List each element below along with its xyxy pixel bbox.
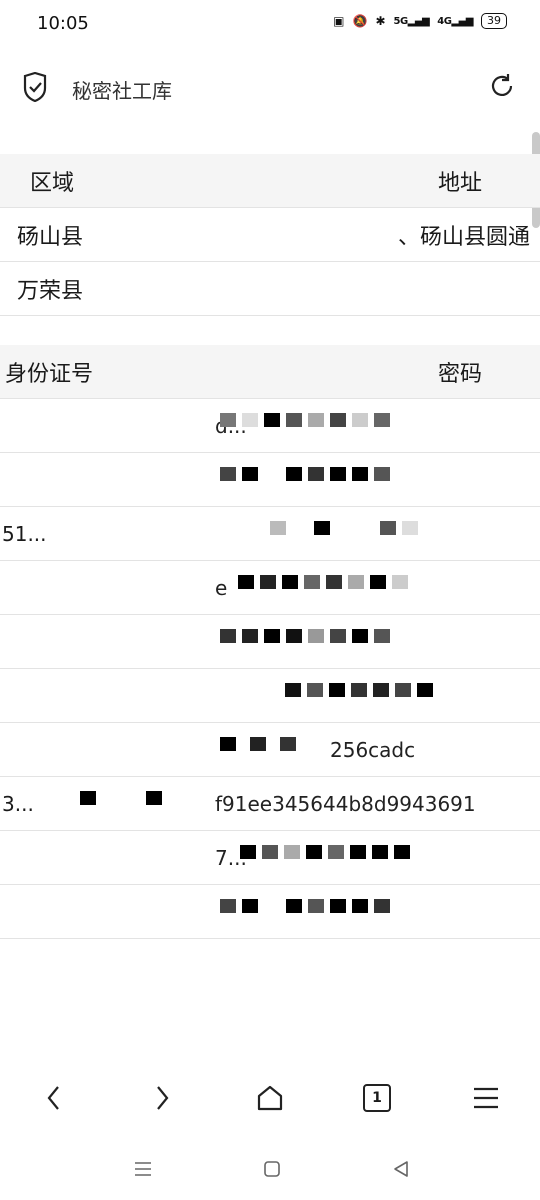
address-cell: 、砀山县圆通 bbox=[397, 224, 530, 250]
redaction-mosaic bbox=[220, 737, 296, 759]
mute-icon: 🔕 bbox=[352, 14, 368, 28]
region-cell: 万荣县 bbox=[17, 278, 84, 304]
table-row[interactable] bbox=[0, 885, 540, 939]
table-row[interactable]: 3... f91ee345644b8d9943691 bbox=[0, 777, 540, 831]
home-icon[interactable] bbox=[250, 1078, 290, 1118]
column-header-region: 区域 bbox=[30, 170, 75, 196]
table-row[interactable] bbox=[0, 453, 540, 507]
column-header-id-number: 身份证号 bbox=[5, 361, 94, 387]
region-table: 区域 地址 砀山县 、砀山县圆通 万荣县 bbox=[0, 154, 540, 316]
menu-icon[interactable] bbox=[466, 1078, 506, 1118]
status-bar: 10:05 ▣ 🔕 ✱ 5G▂▄▆ 4G▂▄▆ 39 bbox=[0, 0, 540, 50]
table-row[interactable] bbox=[0, 615, 540, 669]
table-row[interactable]: 51... bbox=[0, 507, 540, 561]
table-row[interactable]: e bbox=[0, 561, 540, 615]
redaction-mosaic bbox=[270, 521, 418, 543]
back-icon[interactable] bbox=[34, 1078, 74, 1118]
table-row[interactable] bbox=[0, 669, 540, 723]
signal-5g-icon: 5G▂▄▆ bbox=[393, 15, 430, 27]
battery-icon: 39 bbox=[481, 13, 507, 29]
id-cell: 3... bbox=[2, 791, 34, 816]
redaction-mosaic bbox=[285, 683, 433, 705]
password-cell: 256cadc bbox=[330, 737, 416, 762]
region-cell: 砀山县 bbox=[17, 224, 84, 250]
page-title: 秘密社工库 bbox=[72, 79, 172, 103]
credentials-table: 身份证号 密码 d... 51... e bbox=[0, 345, 540, 939]
app-header: 秘密社工库 bbox=[0, 58, 540, 116]
redaction-mosaic bbox=[220, 467, 390, 489]
status-time: 10:05 bbox=[37, 13, 89, 34]
table-row[interactable]: 万荣县 bbox=[0, 262, 540, 316]
table-row[interactable]: 256cadc bbox=[0, 723, 540, 777]
password-cell: e bbox=[215, 575, 228, 600]
refresh-icon[interactable] bbox=[488, 72, 516, 100]
redaction-mosaic bbox=[220, 899, 390, 921]
table-row[interactable]: d... bbox=[0, 399, 540, 453]
password-cell: f91ee345644b8d9943691 bbox=[215, 791, 476, 816]
column-header-password: 密码 bbox=[438, 361, 483, 387]
system-nav bbox=[0, 1148, 540, 1188]
recent-apps-icon[interactable] bbox=[130, 1156, 156, 1182]
shield-check-icon bbox=[23, 72, 47, 102]
table-row[interactable]: 7... bbox=[0, 831, 540, 885]
bottom-nav: 1 bbox=[0, 1070, 540, 1130]
tab-count: 1 bbox=[363, 1084, 391, 1112]
tabs-icon[interactable]: 1 bbox=[357, 1078, 397, 1118]
nfc-icon: ▣ bbox=[333, 14, 345, 28]
table-header: 区域 地址 bbox=[0, 154, 540, 208]
column-header-address: 地址 bbox=[438, 170, 483, 196]
redaction-mosaic bbox=[240, 845, 410, 867]
forward-icon[interactable] bbox=[142, 1078, 182, 1118]
home-square-icon[interactable] bbox=[259, 1156, 285, 1182]
bluetooth-icon: ✱ bbox=[375, 14, 386, 28]
signal-4g-icon: 4G▂▄▆ bbox=[437, 15, 473, 27]
table-header: 身份证号 密码 bbox=[0, 345, 540, 399]
redaction-mosaic bbox=[220, 629, 390, 651]
redaction-mosaic bbox=[80, 791, 162, 813]
back-triangle-icon[interactable] bbox=[388, 1156, 414, 1182]
id-cell: 51... bbox=[2, 521, 47, 546]
status-icons: ▣ 🔕 ✱ 5G▂▄▆ 4G▂▄▆ 39 bbox=[333, 13, 507, 29]
redaction-mosaic bbox=[220, 413, 390, 435]
table-row[interactable]: 砀山县 、砀山县圆通 bbox=[0, 208, 540, 262]
redaction-mosaic bbox=[238, 575, 408, 597]
